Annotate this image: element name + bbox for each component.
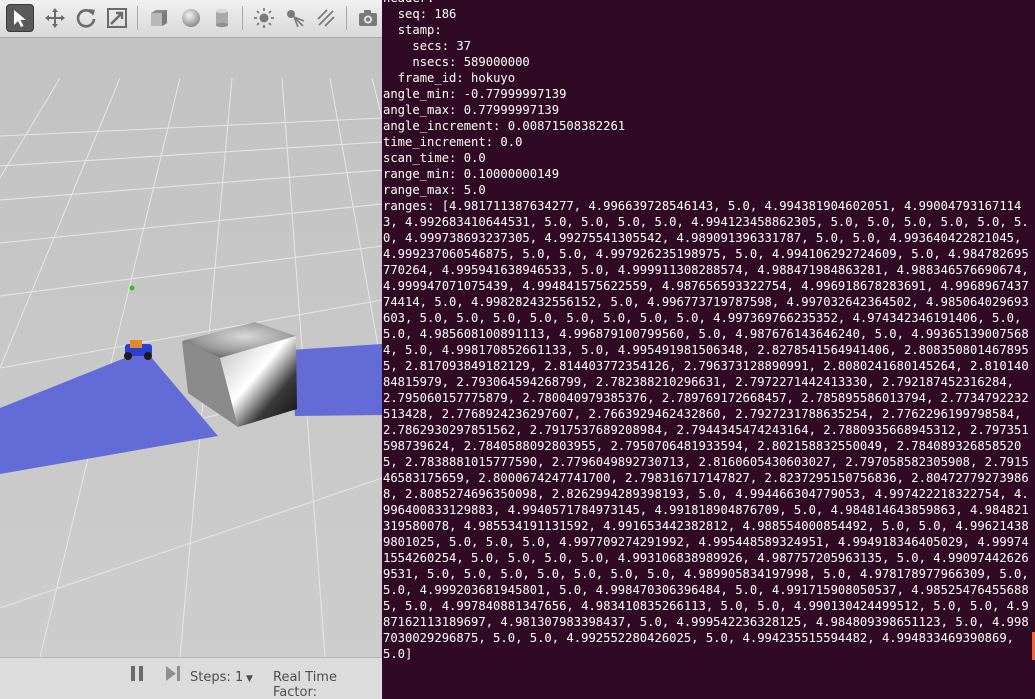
- toolbar-separator: [137, 6, 138, 30]
- sphere-shape-icon: [182, 9, 200, 27]
- terminal-window[interactable]: header: seq: 186 stamp: secs: 37 nsecs: …: [382, 0, 1035, 699]
- screenshot-button[interactable]: [354, 4, 382, 32]
- real-time-factor-label: Real Time Factor:: [273, 670, 337, 699]
- point-light-icon: [254, 8, 274, 28]
- cylinder-shape-icon: [216, 8, 228, 28]
- 3d-scene-viewport[interactable]: [0, 38, 382, 657]
- rotate-mode-icon: [76, 9, 96, 28]
- select-mode-button[interactable]: [6, 4, 34, 32]
- scale-mode-button[interactable]: [103, 4, 131, 32]
- sphere-shape-button[interactable]: [177, 4, 205, 32]
- toolbar-separator: [242, 6, 243, 30]
- screenshot-icon: [359, 10, 377, 26]
- goal-marker: [129, 285, 135, 291]
- terminal-output: header: seq: 186 stamp: secs: 37 nsecs: …: [383, 0, 1029, 661]
- step-icon[interactable]: [164, 665, 182, 682]
- select-mode-icon: [14, 10, 26, 27]
- chevron-down-icon[interactable]: ▼: [246, 674, 253, 684]
- translate-mode-icon: [45, 8, 65, 28]
- spot-light-icon: [287, 10, 305, 28]
- gazebo-toolbar: [0, 0, 382, 38]
- spot-light-button[interactable]: [281, 4, 309, 32]
- directional-light-icon: [317, 9, 335, 27]
- point-light-button[interactable]: [250, 4, 278, 32]
- box-shape-button[interactable]: [145, 4, 173, 32]
- toolbar-separator: [346, 6, 347, 30]
- pause-icon[interactable]: [131, 666, 135, 681]
- scale-mode-icon: [107, 8, 127, 28]
- pause-icon[interactable]: [139, 666, 143, 681]
- rotate-mode-button[interactable]: [72, 4, 100, 32]
- directional-light-button[interactable]: [312, 4, 340, 32]
- box-shape-icon: [151, 10, 167, 26]
- gazebo-bottom-bar: Steps: 1 ▼ Real Time Factor:: [0, 657, 382, 699]
- steps-value[interactable]: 1: [235, 670, 243, 685]
- cylinder-shape-button[interactable]: [208, 4, 236, 32]
- laser-scan-fan-right: [290, 344, 382, 416]
- steps-label: Steps:: [190, 670, 231, 685]
- translate-mode-button[interactable]: [41, 4, 69, 32]
- gazebo-window: Steps: 1 ▼ Real Time Factor:: [0, 0, 382, 699]
